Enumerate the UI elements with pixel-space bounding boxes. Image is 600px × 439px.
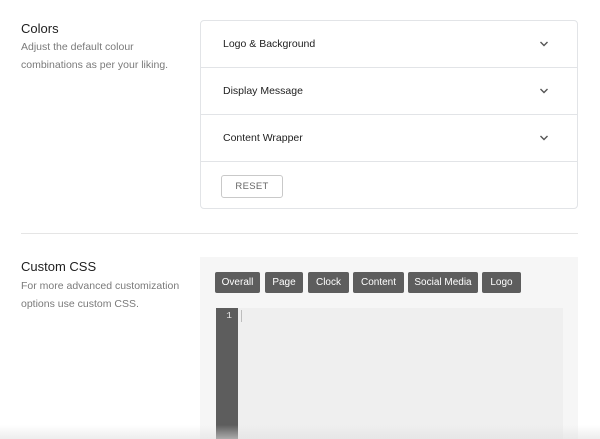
tab-logo[interactable]: Logo [482, 272, 521, 293]
colors-section-description: Adjust the default colour combinations a… [21, 41, 169, 71]
chevron-down-icon [540, 41, 548, 47]
tab-clock[interactable]: Clock [308, 272, 349, 293]
custom-css-section-title: Custom CSS [21, 259, 97, 274]
colors-section-title: Colors [21, 21, 59, 36]
colors-accordion-card: Logo & Background Display Message Conten… [200, 20, 578, 209]
tab-page[interactable]: Page [265, 272, 303, 293]
accordion-item-label: Display Message [223, 85, 303, 97]
chevron-down-icon [540, 88, 548, 94]
css-code-editor[interactable]: 1 [216, 308, 563, 439]
reset-button[interactable]: RESET [221, 175, 283, 198]
tab-overall[interactable]: Overall [215, 272, 260, 293]
accordion-item-content-wrapper[interactable]: Content Wrapper [201, 115, 577, 162]
tab-social-media[interactable]: Social Media [408, 272, 478, 293]
editor-gutter: 1 [216, 308, 238, 439]
line-number: 1 [226, 310, 232, 321]
custom-css-section-description: For more advanced customization options … [21, 280, 180, 310]
tab-content[interactable]: Content [353, 272, 404, 293]
accordion-item-display-message[interactable]: Display Message [201, 68, 577, 115]
text-cursor [241, 310, 242, 322]
custom-css-panel: Overall Page Clock Content Social Media … [200, 257, 578, 439]
accordion-item-logo-background[interactable]: Logo & Background [201, 21, 577, 68]
accordion-item-label: Logo & Background [223, 38, 316, 50]
accordion-item-label: Content Wrapper [223, 132, 303, 144]
chevron-down-icon [540, 135, 548, 141]
section-divider [21, 233, 578, 234]
